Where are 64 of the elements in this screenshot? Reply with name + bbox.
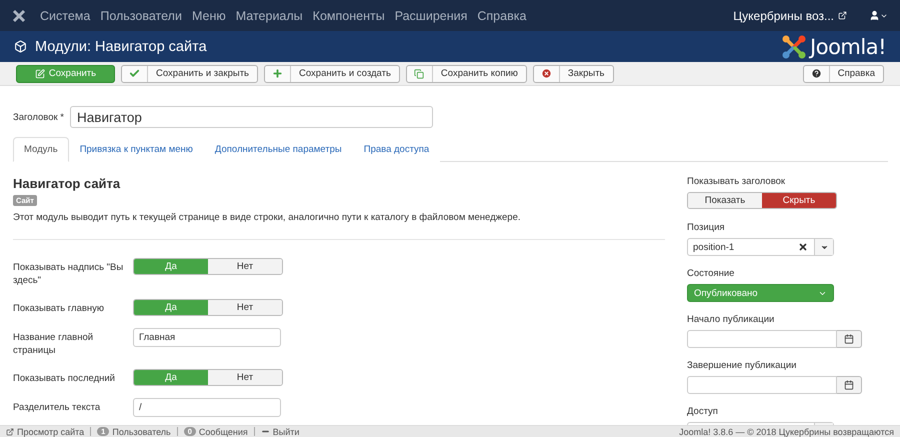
- user-icon[interactable]: [869, 10, 880, 21]
- tab[interactable]: Привязка к пунктам меню: [68, 137, 204, 162]
- logo-icon: [781, 34, 808, 60]
- footer-text: Joomla! 3.8.6 — © 2018 Цукербрины возвращаются: [679, 426, 894, 436]
- field-label: Показывать последний: [13, 372, 116, 385]
- date-field[interactable]: [687, 330, 837, 348]
- external-link-icon: [6, 428, 14, 436]
- copy-icon: [414, 68, 424, 78]
- close-icon: [540, 68, 552, 79]
- text-field[interactable]: /: [133, 398, 281, 417]
- menu-item[interactable]: Меню: [192, 8, 226, 22]
- tab[interactable]: Модуль: [13, 137, 69, 162]
- field-label: Завершение публикации: [687, 360, 798, 371]
- menu-item[interactable]: Пользователи: [100, 8, 182, 22]
- module-description: Этот модуль выводит путь к текущей странице в виде строки, аналогично пути к каталогу в файловом менеджере.: [13, 212, 522, 223]
- field-label: Начало публикации: [687, 314, 776, 325]
- cube-icon: [14, 40, 27, 53]
- toolbar-button[interactable]: Справка: [802, 64, 884, 82]
- toggle-option[interactable]: Показать: [688, 193, 762, 208]
- field-label: Название главной страницы: [13, 331, 94, 357]
- menu-item[interactable]: Система: [40, 8, 90, 22]
- title-field[interactable]: Навигатор: [70, 106, 434, 128]
- field-label: Заголовок *: [13, 112, 64, 122]
- field-label: Доступ: [687, 406, 719, 417]
- toolbar-button[interactable]: Закрыть: [532, 64, 614, 82]
- logo-text: Joomla!: [810, 34, 886, 58]
- toggle-option[interactable]: Нет: [208, 370, 282, 385]
- toggle-option[interactable]: Нет: [208, 259, 282, 274]
- field-label: Показывать заголовок: [687, 176, 786, 187]
- field-label: Позиция: [687, 222, 726, 233]
- external-link-icon: [838, 11, 847, 20]
- toggle-option[interactable]: Скрыть: [762, 193, 836, 208]
- menu-item[interactable]: Материалы: [236, 8, 303, 22]
- calendar-button[interactable]: [837, 330, 862, 348]
- toolbar-button[interactable]: Сохранить копию: [406, 64, 527, 82]
- field-label: Показывать главную: [13, 302, 106, 315]
- select-field[interactable]: position-1: [687, 238, 834, 256]
- toolbar-button[interactable]: Сохранить и закрыть: [121, 64, 258, 82]
- date-field[interactable]: [687, 376, 837, 394]
- check-icon: [129, 68, 140, 79]
- toolbar-button[interactable]: Сохранить и создать: [264, 64, 400, 82]
- field-label: Состояние: [687, 268, 736, 279]
- text-field[interactable]: Главная: [133, 328, 281, 347]
- edit-icon: [34, 68, 45, 78]
- field-label: Показывать надпись "Вы здесь": [13, 261, 124, 287]
- toggle-option[interactable]: Нет: [208, 300, 282, 315]
- menu-item[interactable]: Компоненты: [312, 8, 385, 22]
- page-title: Модули: Навигатор сайта: [35, 38, 207, 54]
- calendar-button[interactable]: [837, 376, 862, 394]
- logo-icon[interactable]: [12, 8, 26, 22]
- status-link[interactable]: Сообщения: [198, 426, 248, 436]
- menu-item[interactable]: Расширения: [394, 8, 468, 22]
- status-link[interactable]: Пользователь: [112, 426, 171, 436]
- calendar-icon: [844, 380, 854, 390]
- status-link[interactable]: Выйти: [272, 426, 300, 436]
- help-icon: [810, 68, 822, 79]
- calendar-icon: [844, 334, 854, 344]
- field-label: Разделитель текста: [13, 401, 102, 414]
- menu-item[interactable]: Справка: [477, 8, 526, 22]
- plus-icon: [272, 68, 284, 79]
- site-link[interactable]: Цукербрины воз...: [733, 8, 847, 22]
- module-title: Навигатор сайта: [13, 176, 122, 191]
- status-link[interactable]: Просмотр сайта: [17, 426, 84, 436]
- clear-icon[interactable]: [798, 242, 808, 252]
